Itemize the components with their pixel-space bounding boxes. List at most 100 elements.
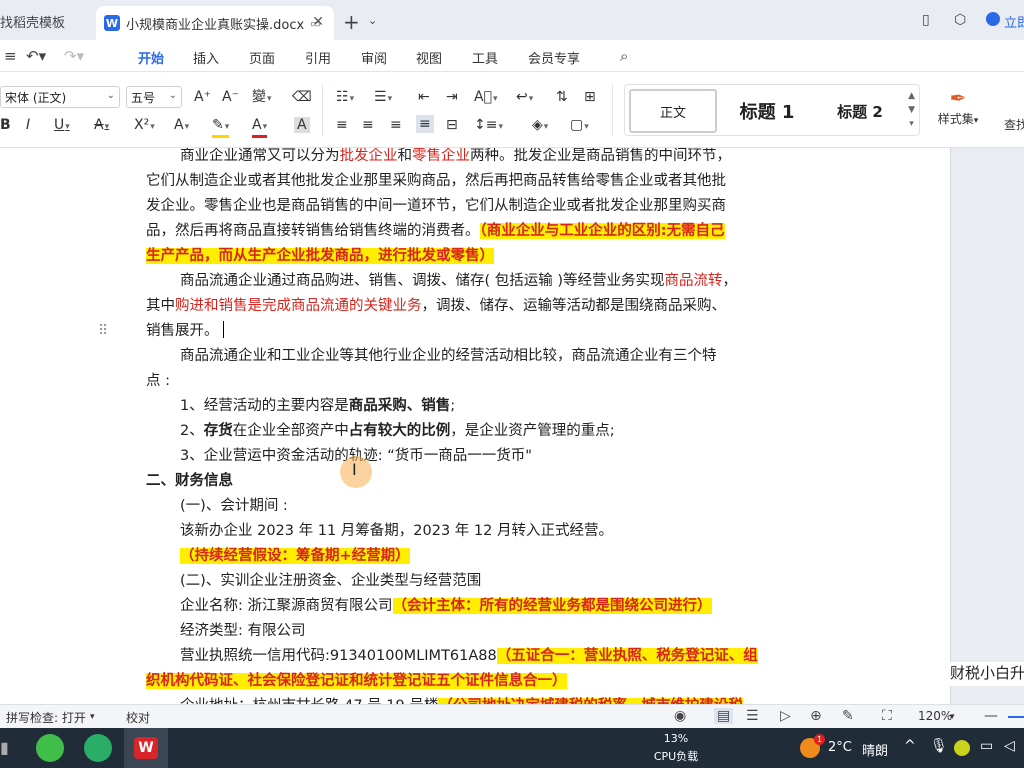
document-line[interactable]: 品，然后再将商品直接转销售给销售终端的消费者。（商业企业与工业企业的区别:无需自… [146, 221, 725, 241]
panel-icon[interactable]: ▯ [922, 12, 930, 28]
document-line[interactable]: 二、财务信息 [146, 471, 233, 491]
document-page[interactable]: ⠿ 商业企业通常又可以分为批发企业和零售企业两种。批发企业是商品销售的中间环节，… [0, 148, 950, 704]
text-direction-icon[interactable]: A⃝ [474, 89, 498, 107]
outline-view-icon[interactable]: ☰ [746, 708, 759, 724]
spellcheck-toggle[interactable]: 拼写检查: 打开 [6, 709, 86, 726]
strikethrough-icon[interactable]: A [94, 117, 109, 135]
chevron-down-icon[interactable]: ▾ [90, 712, 95, 722]
proofread-button[interactable]: 校对 [126, 709, 150, 726]
wps-office-icon[interactable]: W [134, 737, 158, 759]
sort-icon[interactable]: ⇅ [556, 89, 568, 105]
char-shading-icon[interactable]: A [294, 117, 310, 133]
document-line[interactable]: 织机构代码证、社会保险登记证和统计登记证五个证件信息合一） [146, 671, 567, 691]
document-line[interactable]: 它们从制造企业或者其他批发企业那里采购商品，然后再把商品转售给零售企业或者其他批 [146, 171, 726, 191]
menu-insert[interactable]: 插入 [193, 48, 219, 67]
login-link[interactable]: 立即 [1004, 12, 1024, 31]
style-scroll-icon[interactable]: ▲ ▼ ▾ [908, 89, 915, 131]
cube-icon[interactable]: ⬡ [954, 12, 966, 28]
document-line[interactable]: 生产产品，而从生产企业批发商品，进行批发或零售） [146, 246, 494, 266]
menu-review[interactable]: 审阅 [361, 48, 387, 67]
page-view-icon[interactable]: ▤ [714, 708, 734, 724]
tab-template[interactable]: 找稻壳模板 [0, 6, 92, 36]
highlight-icon[interactable]: ✎ [212, 117, 230, 138]
weather-status[interactable]: 晴朗 [862, 740, 888, 759]
zoom-out-icon[interactable]: — [984, 708, 998, 724]
chevron-down-icon[interactable]: ▾ [950, 712, 955, 722]
close-tab-icon[interactable]: ✕ [312, 14, 324, 30]
bold-icon[interactable]: B [0, 117, 11, 133]
browser-360-icon[interactable] [36, 734, 64, 762]
document-line[interactable]: 点 : [146, 371, 170, 391]
new-tab-button[interactable]: + [343, 10, 360, 34]
menu-member[interactable]: 会员专享 [528, 48, 580, 67]
document-line[interactable]: 经济类型: 有限公司 [180, 621, 306, 641]
decrease-indent-icon[interactable]: ⇤ [418, 89, 430, 105]
document-line[interactable]: 商业企业通常又可以分为批发企业和零售企业两种。批发企业是商品销售的中间环节， [180, 148, 731, 166]
style-heading-2[interactable]: 标题 2 [821, 89, 899, 133]
document-line[interactable]: 企业地址：杭州市甘长路 47 号 19 号楼（公司地址决定城建税的税率，城市维护… [180, 696, 743, 704]
find-button[interactable]: 查找 [1004, 116, 1024, 133]
search-icon[interactable]: ⌕ [620, 47, 628, 65]
align-center-icon[interactable]: ≡ [362, 117, 374, 133]
numbered-list-icon[interactable]: ☰ [374, 89, 392, 107]
menu-hamburger-icon[interactable]: ≡ [4, 47, 17, 65]
network-icon[interactable]: ▭ [980, 738, 993, 754]
menu-home[interactable]: 开始 [138, 48, 165, 74]
style-normal[interactable]: 正文 [629, 89, 717, 133]
task-view-icon[interactable]: ▮ [0, 738, 9, 757]
increase-indent-icon[interactable]: ⇥ [446, 89, 458, 105]
show-marks-icon[interactable]: ⊞ [584, 89, 596, 105]
document-line[interactable]: 其中购进和销售是完成商品流通的关键业务，调拨、储存、运输等活动都是围绕商品采购、 [146, 296, 726, 316]
increase-font-icon[interactable]: A⁺ [194, 89, 211, 105]
web-view-icon[interactable]: ⊕ [810, 708, 822, 724]
shading-icon[interactable]: ◈ [532, 117, 548, 135]
document-line[interactable]: 2、存货在企业全部资产中占有较大的比例，是企业资产管理的重点; [180, 421, 615, 441]
justify-icon[interactable]: ≡ [416, 115, 434, 133]
document-line[interactable]: 该新办企业 2023 年 11 月筹备期，2023 年 12 月转入正式经营。 [180, 521, 613, 541]
play-icon[interactable]: ▷ [780, 708, 791, 724]
menu-reference[interactable]: 引用 [305, 48, 331, 67]
temperature[interactable]: 2°C [828, 740, 852, 755]
microphone-icon[interactable]: 🎙 [930, 738, 948, 754]
font-color-icon[interactable]: A [252, 117, 268, 138]
decrease-font-icon[interactable]: A⁻ [222, 89, 239, 105]
zoom-slider[interactable] [1008, 716, 1024, 718]
document-line[interactable]: 发企业。零售企业也是商品销售的中间一道环节，它们从制造企业或者批发企业那里购买商 [146, 196, 726, 216]
italic-icon[interactable]: I [26, 117, 30, 133]
document-line[interactable]: （持续经营假设：筹备期+经营期） [180, 546, 410, 566]
document-line[interactable]: 企业名称: 浙江聚源商贸有限公司（会计主体：所有的经营业务都是围绕公司进行） [180, 596, 712, 616]
line-break-icon[interactable]: ↩ [516, 89, 533, 107]
tab-document[interactable]: W 小规模商业企业真账实操.docx ▭ ✕ [96, 6, 334, 40]
menu-tools[interactable]: 工具 [472, 48, 498, 67]
menu-view[interactable]: 视图 [416, 48, 442, 67]
font-name-select[interactable]: 宋体 (正文) ⌄ [0, 86, 120, 108]
ime-icon[interactable] [954, 740, 970, 756]
document-line[interactable]: 1、经营活动的主要内容是商品采购、销售; [180, 396, 455, 416]
user-avatar-icon[interactable] [986, 12, 1000, 26]
underline-icon[interactable]: U [54, 117, 70, 135]
document-line[interactable]: 商品流通企业通过商品购进、销售、调拨、储存( 包括运输 )等经营业务实现商品流转… [180, 271, 737, 291]
volume-icon[interactable]: ◁ [1004, 738, 1015, 754]
style-heading-1[interactable]: 标题 1 [725, 89, 809, 133]
bullet-list-icon[interactable]: ☷ [336, 89, 354, 107]
border-icon[interactable]: ▢ [570, 117, 589, 135]
text-effect-icon[interactable]: A [174, 117, 189, 135]
clear-format-icon[interactable]: ⌫ [292, 89, 312, 105]
document-line[interactable]: 销售展开。 [146, 321, 224, 341]
zoom-level[interactable]: 120% [918, 709, 952, 723]
phonetic-guide-icon[interactable]: 變 [252, 89, 272, 107]
align-right-icon[interactable]: ≡ [390, 117, 402, 133]
drag-handle-icon[interactable]: ⠿ [98, 323, 108, 339]
chevron-up-icon[interactable]: ^ [904, 738, 916, 754]
undo-icon[interactable]: ↶▾ [26, 47, 46, 65]
pen-icon[interactable]: ✎ [842, 708, 854, 724]
fit-page-icon[interactable]: ⛶ [882, 708, 892, 724]
line-spacing-icon[interactable]: ↕≡ [474, 117, 503, 135]
align-left-icon[interactable]: ≡ [336, 117, 348, 133]
font-size-select[interactable]: 五号 ⌄ [126, 86, 182, 108]
style-set-button[interactable]: ✒ 样式集▾ [930, 86, 986, 127]
document-line[interactable]: 商品流通企业和工业企业等其他行业企业的经营活动相比较，商品流通企业有三个特 [180, 346, 717, 366]
wechat-icon[interactable] [84, 734, 112, 762]
chevron-down-icon[interactable]: ⌄ [368, 14, 377, 27]
superscript-icon[interactable]: X² [134, 117, 155, 135]
